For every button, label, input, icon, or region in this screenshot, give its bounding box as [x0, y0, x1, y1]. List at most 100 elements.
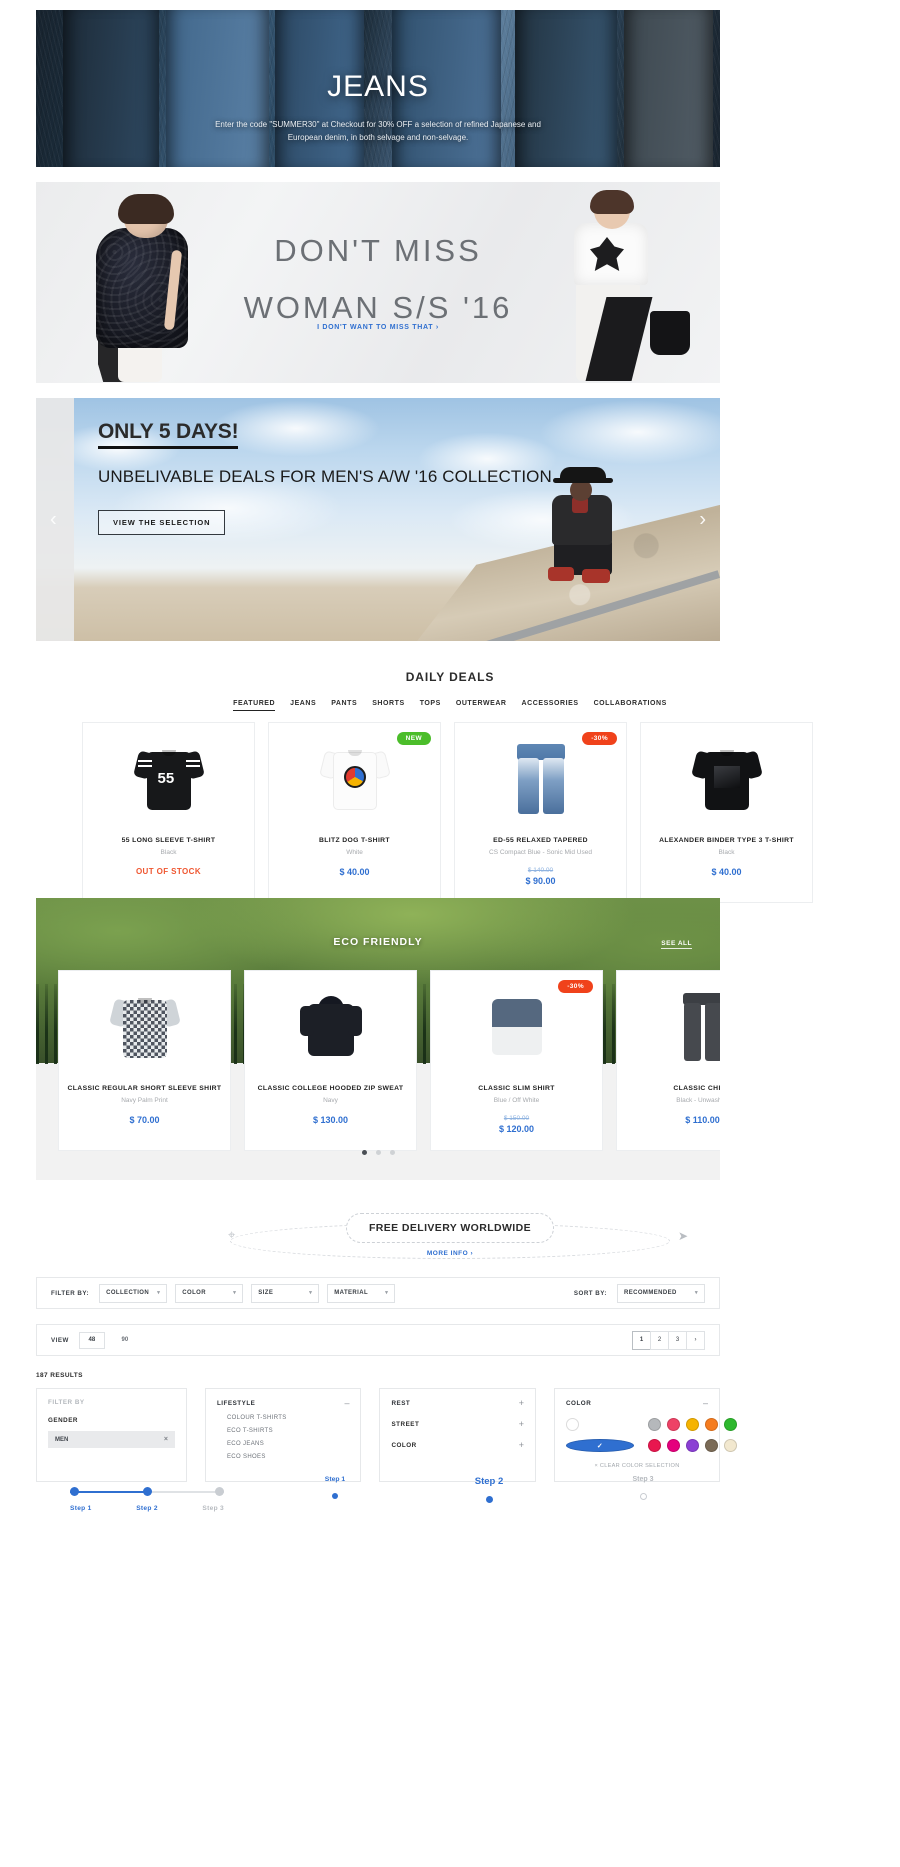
product-color: Black: [718, 849, 735, 856]
facet-item-eco-jeans[interactable]: ECO JEANS: [217, 1441, 350, 1447]
tab-accessories[interactable]: ACCESSORIES: [522, 700, 579, 711]
carousel-next-arrow-icon[interactable]: ›: [699, 508, 706, 531]
product-color: CS Compact Blue - Sonic Mid Used: [489, 849, 592, 856]
deal-headline: ONLY 5 DAYS!: [98, 420, 239, 449]
carousel-dot[interactable]: [375, 1150, 381, 1155]
facet-header[interactable]: LIFESTYLE –: [217, 1399, 350, 1408]
color-swatch-5[interactable]: [724, 1418, 737, 1431]
expand-icon[interactable]: +: [519, 1399, 524, 1408]
product-old-price: $ 150.00: [503, 1115, 530, 1122]
tab-tops[interactable]: TOPS: [420, 700, 441, 711]
facet-chip-men[interactable]: MEN ×: [48, 1431, 175, 1448]
view-selection-button[interactable]: VIEW THE SELECTION: [98, 510, 226, 536]
collapse-icon[interactable]: –: [344, 1399, 349, 1408]
hero-banner-jeans-copy: JEANS Enter the code "SUMMER30" at Check…: [36, 70, 720, 144]
hero-banner-jeans[interactable]: JEANS Enter the code "SUMMER30" at Check…: [36, 10, 720, 167]
page-next-icon[interactable]: ›: [686, 1330, 705, 1350]
tab-jeans[interactable]: JEANS: [290, 700, 316, 711]
color-swatch-6[interactable]: [566, 1439, 634, 1452]
facet-row-color[interactable]: COLOR +: [391, 1441, 524, 1450]
color-swatch-2[interactable]: [667, 1418, 680, 1431]
sort-by-label: SORT BY:: [573, 1289, 607, 1297]
color-swatch-3[interactable]: [686, 1418, 699, 1431]
color-swatch-4[interactable]: [705, 1418, 718, 1431]
page-1[interactable]: 1: [632, 1330, 651, 1350]
sort-select[interactable]: RECOMMENDED ▾: [617, 1283, 705, 1303]
tab-shorts[interactable]: SHORTS: [372, 700, 404, 711]
stepper-small-dot[interactable]: [332, 1493, 338, 1499]
close-icon[interactable]: ×: [164, 1436, 168, 1443]
facet-item-eco-shoes[interactable]: ECO SHOES: [217, 1454, 350, 1460]
slim-shirt-icon: [486, 997, 548, 1057]
banner-woman-ss16[interactable]: DON'T MISS WOMAN S/S '16 I DON'T WANT TO…: [36, 182, 720, 383]
product-name: ED-55 RELAXED TAPERED: [493, 837, 588, 844]
product-card[interactable]: ALEXANDER BINDER TYPE 3 T-SHIRT Black $ …: [640, 722, 813, 903]
product-card[interactable]: 55 55 LONG SLEEVE T-SHIRT Black OUT OF S…: [82, 722, 255, 903]
stepper-disabled-label: Step 3: [632, 1476, 654, 1483]
slider-knob-3[interactable]: [215, 1487, 224, 1496]
product-card[interactable]: CLASSIC REGULAR SHORT SLEEVE SHIRT Navy …: [58, 970, 231, 1151]
product-card[interactable]: CLASSIC COLLEGE HOODED ZIP SWEAT Navy $ …: [244, 970, 417, 1151]
stepper-large[interactable]: Step 2: [412, 1476, 566, 1512]
stepper-disabled[interactable]: Step 3: [566, 1476, 720, 1512]
banner-woman-cta-link[interactable]: I DON'T WANT TO MISS THAT ›: [36, 324, 720, 331]
stepper-small[interactable]: Step 1: [258, 1476, 412, 1512]
slider-knob-2[interactable]: [143, 1487, 152, 1496]
color-swatch-9[interactable]: [686, 1439, 699, 1452]
product-card[interactable]: -30% ED-55 RELAXED TAPERED CS Compact Bl…: [454, 722, 627, 903]
carousel-prev-arrow-icon[interactable]: ‹: [50, 508, 57, 531]
product-name: BLITZ DOG T-SHIRT: [319, 837, 390, 844]
color-swatch-10[interactable]: [705, 1439, 718, 1452]
stepper-disabled-dot[interactable]: [639, 1493, 647, 1500]
color-swatch-7[interactable]: [648, 1439, 661, 1452]
badge-discount: -30%: [582, 732, 617, 745]
carousel-dot[interactable]: [389, 1150, 395, 1155]
product-card[interactable]: CLASSIC CHINO Black - Unwashed $ 110.00: [616, 970, 720, 1151]
view-count-48[interactable]: 48: [78, 1331, 105, 1349]
facet-header[interactable]: REST +: [391, 1399, 524, 1408]
tab-outerwear[interactable]: OUTERWEAR: [456, 700, 507, 711]
filter-select-material[interactable]: MATERIAL ▾: [327, 1283, 396, 1303]
product-price: $ 40.00: [711, 867, 742, 877]
slider-knob-1[interactable]: [70, 1487, 79, 1496]
filter-select-size[interactable]: SIZE ▾: [251, 1283, 320, 1303]
collapse-icon[interactable]: –: [703, 1399, 708, 1408]
facet-item-eco-tshirts[interactable]: ECO T-SHIRTS: [217, 1428, 350, 1434]
daily-deals-product-grid: 55 55 LONG SLEEVE T-SHIRT Black OUT OF S…: [82, 722, 818, 903]
color-swatch-8[interactable]: [667, 1439, 680, 1452]
facet-header[interactable]: COLOR –: [566, 1399, 708, 1408]
view-count-90[interactable]: 90: [112, 1332, 138, 1349]
facet-row-street[interactable]: STREET +: [391, 1420, 524, 1429]
product-color: Navy: [323, 1097, 338, 1104]
banner-only-5-days[interactable]: ONLY 5 DAYS! UNBELIVABLE DEALS FOR MEN'S…: [36, 398, 720, 641]
color-swatch-0[interactable]: [566, 1418, 579, 1431]
slider-track[interactable]: [70, 1487, 224, 1496]
filter-select-color[interactable]: COLOR ▾: [175, 1283, 244, 1303]
product-card[interactable]: NEW BLITZ DOG T-SHIRT White $ 40.00: [268, 722, 441, 903]
stepper-large-dot[interactable]: [485, 1496, 493, 1503]
carousel-dot[interactable]: [361, 1150, 367, 1155]
hero-title: JEANS: [327, 70, 429, 103]
tab-featured[interactable]: FEATURED: [233, 700, 276, 711]
tab-collaborations[interactable]: COLLABORATIONS: [594, 700, 667, 711]
results-count: 187 RESULTS: [36, 1372, 83, 1379]
page-3[interactable]: 3: [668, 1330, 687, 1350]
product-card[interactable]: -30% CLASSIC SLIM SHIRT Blue / Off White…: [430, 970, 603, 1151]
banner-woman-copy: DON'T MISS WOMAN S/S '16: [36, 222, 720, 337]
map-pin-icon: ⌖: [228, 1227, 236, 1242]
facet-title: LIFESTYLE: [216, 1400, 256, 1407]
see-all-link[interactable]: SEE ALL: [661, 940, 692, 949]
product-name: CLASSIC COLLEGE HOODED ZIP SWEAT: [257, 1085, 404, 1092]
facet-item-colour-tshirts[interactable]: COLOUR T-SHIRTS: [217, 1415, 350, 1421]
badge-new: NEW: [396, 732, 431, 745]
page-2[interactable]: 2: [650, 1330, 669, 1350]
color-swatch-11[interactable]: [724, 1439, 737, 1452]
expand-icon[interactable]: +: [519, 1441, 524, 1450]
filter-select-collection[interactable]: COLLECTION ▾: [99, 1283, 168, 1303]
banner-woman-line1: DON'T MISS: [274, 233, 482, 268]
product-price: $ 70.00: [129, 1115, 160, 1125]
clear-color-selection-link[interactable]: × CLEAR COLOR SELECTION: [566, 1463, 708, 1469]
color-swatch-1[interactable]: [648, 1418, 661, 1431]
expand-icon[interactable]: +: [519, 1420, 524, 1429]
tab-pants[interactable]: PANTS: [331, 700, 357, 711]
